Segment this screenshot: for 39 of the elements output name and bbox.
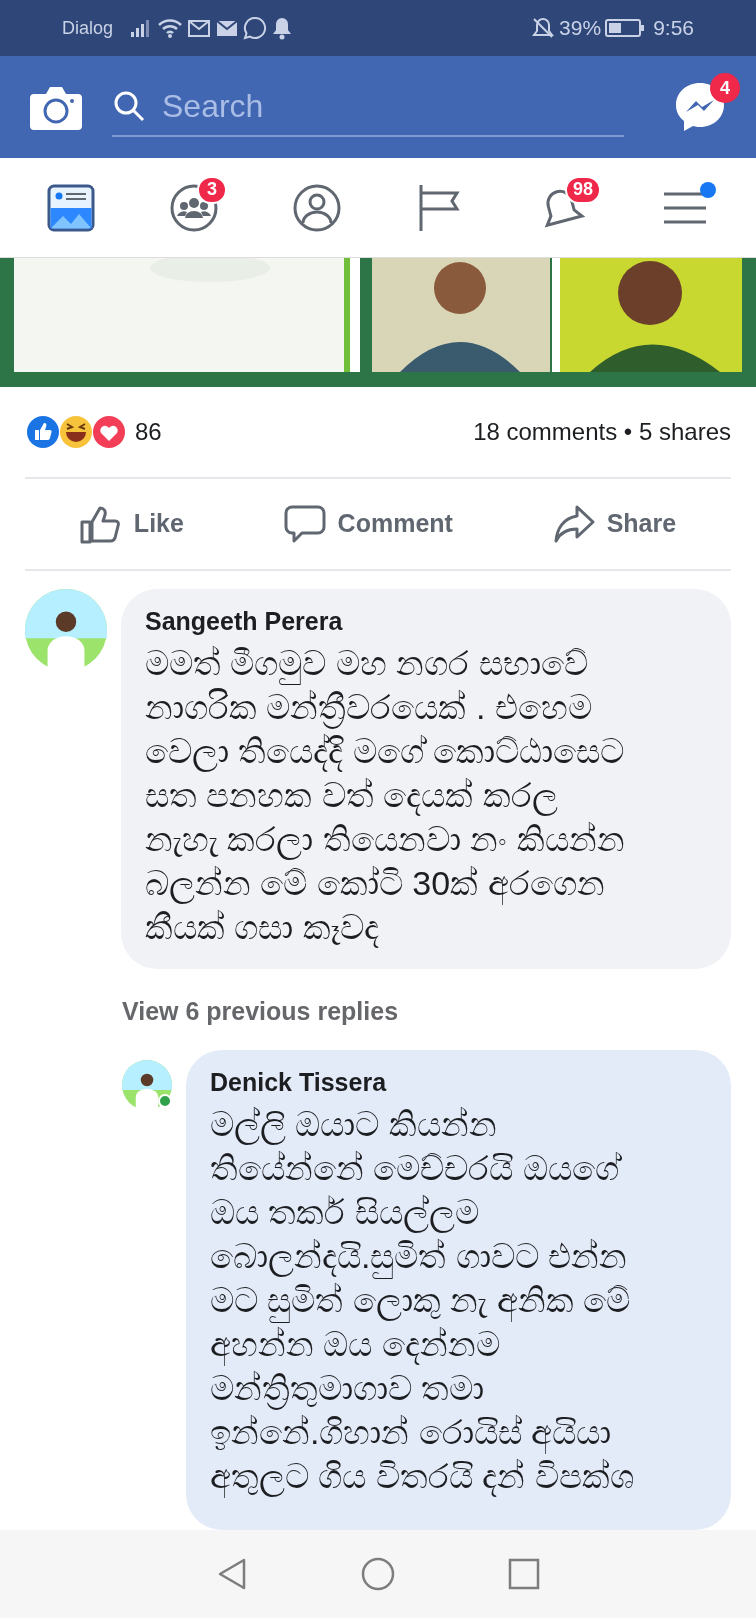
mail-icon: [187, 18, 212, 38]
news-feed-icon: [47, 183, 96, 232]
flag-icon: [417, 182, 462, 233]
avatar[interactable]: [122, 1060, 172, 1110]
post-stats[interactable]: 18 comments • 5 shares: [473, 414, 731, 450]
comment-author[interactable]: Denick Tissera: [210, 1064, 707, 1102]
view-replies-link[interactable]: View 6 previous replies: [122, 996, 399, 1025]
thumbs-up-icon: [79, 504, 122, 544]
avatar[interactable]: [25, 589, 107, 671]
groups-icon: [169, 182, 219, 233]
nav-tab[interactable]: 98: [516, 167, 607, 248]
clock: 9:56: [653, 15, 694, 42]
search-field[interactable]: Search: [162, 82, 562, 130]
comment-button[interactable]: Comment: [283, 504, 453, 544]
speech-bubble-icon: [283, 504, 326, 544]
search-icon: [112, 89, 146, 123]
camera-icon[interactable]: [30, 84, 82, 130]
wifi-icon: [157, 17, 184, 39]
reaction-count[interactable]: 86: [135, 414, 162, 450]
home-icon[interactable]: [360, 1556, 396, 1592]
carrier-name: Dialog: [62, 16, 114, 40]
profile-icon: [291, 182, 342, 233]
notification-badge: 98: [564, 175, 601, 204]
comment-author[interactable]: Sangeeth Perera: [145, 603, 707, 641]
battery-percent: 39%: [559, 15, 602, 42]
nav-tab[interactable]: 3: [149, 167, 239, 248]
like-button[interactable]: Like: [79, 504, 184, 544]
notification-badge: 3: [197, 175, 227, 204]
recents-icon[interactable]: [506, 1556, 542, 1592]
share-button[interactable]: Share: [552, 504, 677, 544]
bell-off-icon: [531, 16, 556, 40]
bell-icon: [271, 16, 294, 40]
mail-icon: [215, 18, 240, 38]
comment-text: මමත් මීගමුව මහ නගර සභාවේ නාගරික මන්ත්‍රීවරයෙක් . එහෙම වෙලා තියෙද්දි මගේ කොට්ඨාසෙට සත පනහක වත් දෙයක් කරල නැහැ කරලා තියෙනවා නං කියන්න බලන්න මේ කෝටි 30ක් අරගෙන කීයක් ගසා කෑවද: [145, 642, 626, 949]
battery-icon: [605, 18, 646, 38]
notification-badge: 4: [710, 73, 740, 103]
comment-text: මල්ලි ඔයාට කියන්න තියේන්නේ මෙච්චරයි ඔයගේ ඔය තර්ක සියල්ලම බොලන්දයි.සුමිත් ගාවට එන්න මට සුමිත් ලොකු නැ අනික මේ අහන්න ඔය දෙන්නම මන්ත්‍රිතුමාගාව තමා ඉන්නේ.ගිහාන් රොයිස් අයියා අතුලට ගිය විතරයි දන් විපක්ශ: [210, 1101, 707, 1498]
share-arrow-icon: [552, 504, 595, 544]
chat-icon: [243, 16, 268, 40]
